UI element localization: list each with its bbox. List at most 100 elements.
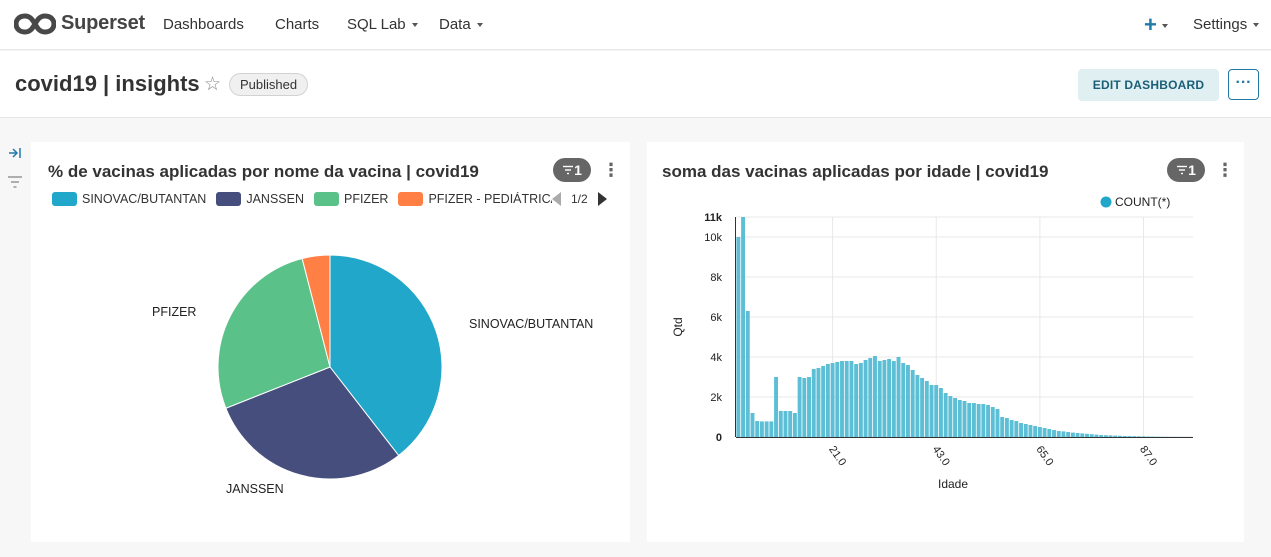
bar[interactable] <box>887 359 892 437</box>
bar[interactable] <box>764 421 769 437</box>
bar[interactable] <box>1019 423 1023 437</box>
bar[interactable] <box>1028 425 1033 437</box>
nav-sql-lab[interactable]: SQL Lab <box>347 16 418 33</box>
bar[interactable] <box>971 403 976 437</box>
bar[interactable] <box>896 357 901 437</box>
bar[interactable] <box>830 363 835 437</box>
bar[interactable] <box>825 364 830 437</box>
bar[interactable] <box>1047 429 1052 437</box>
bar[interactable] <box>783 411 788 437</box>
bar[interactable] <box>882 360 887 437</box>
bar[interactable] <box>976 404 981 437</box>
bar[interactable] <box>938 388 943 437</box>
bar[interactable] <box>953 398 958 437</box>
bar[interactable] <box>1066 432 1071 437</box>
bar[interactable] <box>1000 417 1005 437</box>
bar[interactable] <box>986 405 991 437</box>
bar[interactable] <box>877 361 882 437</box>
bar[interactable] <box>1094 434 1099 437</box>
bar[interactable] <box>962 401 967 437</box>
bar[interactable] <box>1136 436 1141 437</box>
bar[interactable] <box>1009 420 1014 437</box>
bar[interactable] <box>1070 432 1075 437</box>
bar[interactable] <box>854 364 859 437</box>
bar[interactable] <box>816 368 821 437</box>
superset-logo[interactable]: Superset <box>14 12 145 35</box>
bar[interactable] <box>868 358 873 437</box>
bar[interactable] <box>943 393 948 437</box>
bar[interactable] <box>981 404 986 437</box>
expand-filters-icon[interactable] <box>8 147 22 162</box>
bar[interactable] <box>844 361 849 437</box>
bar[interactable] <box>995 409 1000 437</box>
bar[interactable] <box>1004 418 1009 437</box>
new-item-button[interactable]: + <box>1144 12 1168 38</box>
bar[interactable] <box>811 369 816 437</box>
bar[interactable] <box>1122 436 1127 437</box>
bar[interactable] <box>1014 421 1019 437</box>
dashboard-title[interactable]: covid19 | insights <box>15 71 200 97</box>
bar[interactable] <box>858 363 863 437</box>
bar[interactable] <box>1023 424 1028 437</box>
status-badge[interactable]: Published <box>229 73 309 96</box>
nav-charts[interactable]: Charts <box>275 16 319 33</box>
bar[interactable] <box>788 411 793 437</box>
bar[interactable] <box>1075 433 1080 437</box>
bar[interactable] <box>745 311 750 437</box>
bar[interactable] <box>891 361 896 437</box>
favorite-star-icon[interactable]: ☆ <box>204 73 221 96</box>
bar[interactable] <box>948 396 953 437</box>
bar[interactable] <box>792 413 797 437</box>
bar[interactable] <box>1127 436 1132 437</box>
bar[interactable] <box>1108 435 1113 437</box>
bar[interactable] <box>1146 436 1151 438</box>
bar[interactable] <box>849 361 854 437</box>
bar[interactable] <box>1118 435 1122 437</box>
bar[interactable] <box>1037 427 1042 437</box>
bar[interactable] <box>797 377 802 437</box>
bar[interactable] <box>920 378 925 437</box>
bar[interactable] <box>774 377 779 437</box>
bar[interactable] <box>759 421 764 437</box>
bar[interactable] <box>1033 426 1038 437</box>
legend-dot[interactable] <box>1100 196 1112 208</box>
bar[interactable] <box>840 361 844 437</box>
nav-data[interactable]: Data <box>439 16 483 33</box>
bar[interactable] <box>736 237 741 437</box>
bar[interactable] <box>1132 436 1137 437</box>
bar[interactable] <box>1042 428 1047 437</box>
bar[interactable] <box>769 421 774 437</box>
bar[interactable] <box>929 385 934 437</box>
bar[interactable] <box>802 378 807 437</box>
bar[interactable] <box>1080 433 1085 437</box>
bar[interactable] <box>910 370 915 437</box>
bar[interactable] <box>1061 431 1066 437</box>
bar[interactable] <box>957 400 962 437</box>
bar[interactable] <box>1099 435 1104 437</box>
bar[interactable] <box>915 375 920 437</box>
bar[interactable] <box>821 366 826 437</box>
filter-icon[interactable] <box>7 175 23 194</box>
nav-dashboards[interactable]: Dashboards <box>163 16 244 33</box>
bar[interactable] <box>906 365 910 437</box>
bar[interactable] <box>863 360 868 437</box>
bar[interactable] <box>1089 434 1094 437</box>
bar[interactable] <box>873 356 877 437</box>
edit-dashboard-button[interactable]: EDIT DASHBOARD <box>1078 69 1219 101</box>
bar[interactable] <box>807 377 811 437</box>
bar[interactable] <box>835 362 840 437</box>
bar[interactable] <box>741 217 746 437</box>
bar[interactable] <box>901 363 906 437</box>
bar[interactable] <box>967 403 972 437</box>
bar[interactable] <box>990 407 995 437</box>
bar[interactable] <box>778 411 783 437</box>
more-options-button[interactable]: ··· <box>1228 69 1259 100</box>
bar[interactable] <box>1113 435 1118 437</box>
bar[interactable] <box>1056 431 1061 437</box>
bar[interactable] <box>934 385 939 437</box>
bar[interactable] <box>1103 435 1108 437</box>
bar[interactable] <box>750 413 755 437</box>
bar[interactable] <box>1085 433 1089 437</box>
nav-settings[interactable]: Settings <box>1193 16 1260 33</box>
bar[interactable] <box>924 381 929 437</box>
